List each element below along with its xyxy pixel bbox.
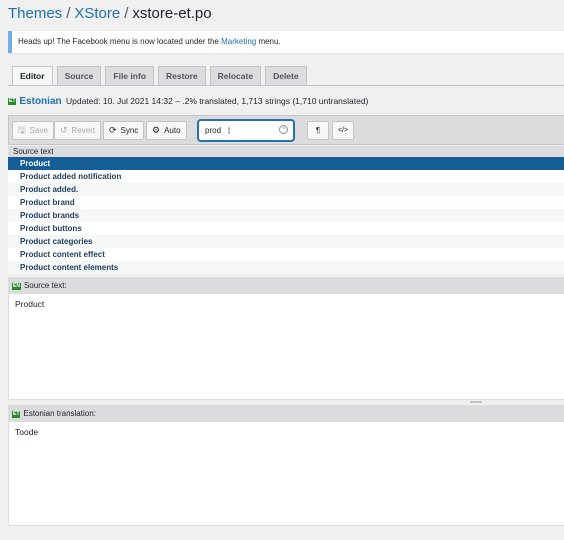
notice-marketing-link[interactable]: Marketing	[221, 37, 256, 46]
code-view-toggle-button[interactable]: </>	[332, 121, 354, 140]
tab-restore[interactable]: Restore	[157, 66, 206, 85]
list-item[interactable]: Product added notification	[8, 170, 564, 183]
tab-source[interactable]: Source	[56, 66, 102, 85]
breadcrumb-separator: /	[124, 5, 129, 22]
tab-editor[interactable]: Editor	[12, 66, 53, 86]
list-item[interactable]: Product categories	[8, 235, 564, 248]
save-label: Save	[29, 126, 48, 135]
estonian-flag-icon: ET	[8, 98, 17, 105]
editor-tabs: Editor Source File info Restore Relocate…	[12, 66, 311, 86]
revert-icon: ↺	[60, 125, 68, 135]
source-text-pane: Product	[8, 294, 564, 400]
list-item[interactable]: Product brands	[8, 209, 564, 222]
estonian-flag-icon: ET	[12, 411, 21, 418]
list-item[interactable]: Product content elements	[8, 261, 564, 274]
robot-icon: ⚙	[152, 125, 161, 135]
sync-button[interactable]: ⟳ Sync	[103, 121, 145, 140]
tab-relocate[interactable]: Relocate	[209, 66, 262, 85]
auto-label: Auto	[164, 126, 181, 135]
list-item[interactable]: Product buttons	[8, 222, 564, 235]
string-list: Source text Product Product added notifi…	[8, 146, 564, 274]
page-title: xstore-et.po	[132, 5, 212, 22]
list-item[interactable]: Product brand	[8, 196, 564, 209]
sync-icon: ⟳	[109, 125, 117, 135]
clear-search-icon[interactable]: ×	[279, 125, 288, 134]
breadcrumb: Themes / XStore / xstore-et.po	[8, 5, 212, 23]
translation-pane-header: ET Estonian translation:	[8, 405, 564, 422]
breadcrumb-link-xstore[interactable]: XStore	[74, 5, 120, 22]
breadcrumb-separator: /	[66, 5, 71, 22]
translation-textarea[interactable]: Toode	[8, 422, 564, 526]
status-summary: Updated: 10. Jul 2021 14:32 – .2% transl…	[66, 96, 369, 106]
editor-toolbar: 🖫 Save ↺ Revert ⟳ Sync ⚙ Auto prod × ¶ </>	[8, 115, 564, 145]
tab-delete[interactable]: Delete	[265, 66, 307, 85]
list-header: Source text	[8, 146, 564, 157]
revert-label: Revert	[71, 126, 96, 135]
text-cursor-icon	[228, 127, 230, 134]
revert-button[interactable]: ↺ Revert	[54, 121, 102, 140]
tabs-divider	[8, 85, 564, 86]
notice-banner: Heads up! The Facebook menu is now locat…	[8, 31, 564, 53]
english-flag-icon: EN	[12, 283, 21, 290]
list-item[interactable]: Product added.	[8, 183, 564, 196]
list-item[interactable]: Product content effect	[8, 248, 564, 261]
search-input[interactable]: prod ×	[198, 120, 294, 141]
status-line: ET Estonian Updated: 10. Jul 2021 14:32 –…	[8, 95, 368, 108]
translation-text: Toode	[15, 427, 39, 437]
save-button[interactable]: 🖫 Save	[12, 121, 54, 140]
source-pane-label: Source text:	[23, 281, 67, 290]
save-icon: 🖫	[18, 125, 26, 135]
invisibles-toggle-button[interactable]: ¶	[307, 121, 329, 140]
source-pane-header: EN Source text:	[8, 277, 564, 294]
notice-text-end: menu.	[256, 37, 281, 46]
tab-file-info[interactable]: File info	[105, 66, 154, 85]
translation-pane-label: Estonian translation:	[23, 409, 96, 418]
search-value: prod	[205, 126, 222, 135]
breadcrumb-link-themes[interactable]: Themes	[8, 5, 62, 22]
notice-text: Heads up! The Facebook menu is now locat…	[18, 37, 222, 46]
pilcrow-icon: ¶	[315, 126, 321, 135]
sync-label: Sync	[120, 126, 139, 135]
language-link[interactable]: Estonian	[19, 96, 61, 107]
list-item[interactable]: Product	[8, 157, 564, 170]
auto-button[interactable]: ⚙ Auto	[146, 121, 187, 140]
code-icon: </>	[337, 127, 349, 134]
source-text: Product	[15, 299, 45, 309]
